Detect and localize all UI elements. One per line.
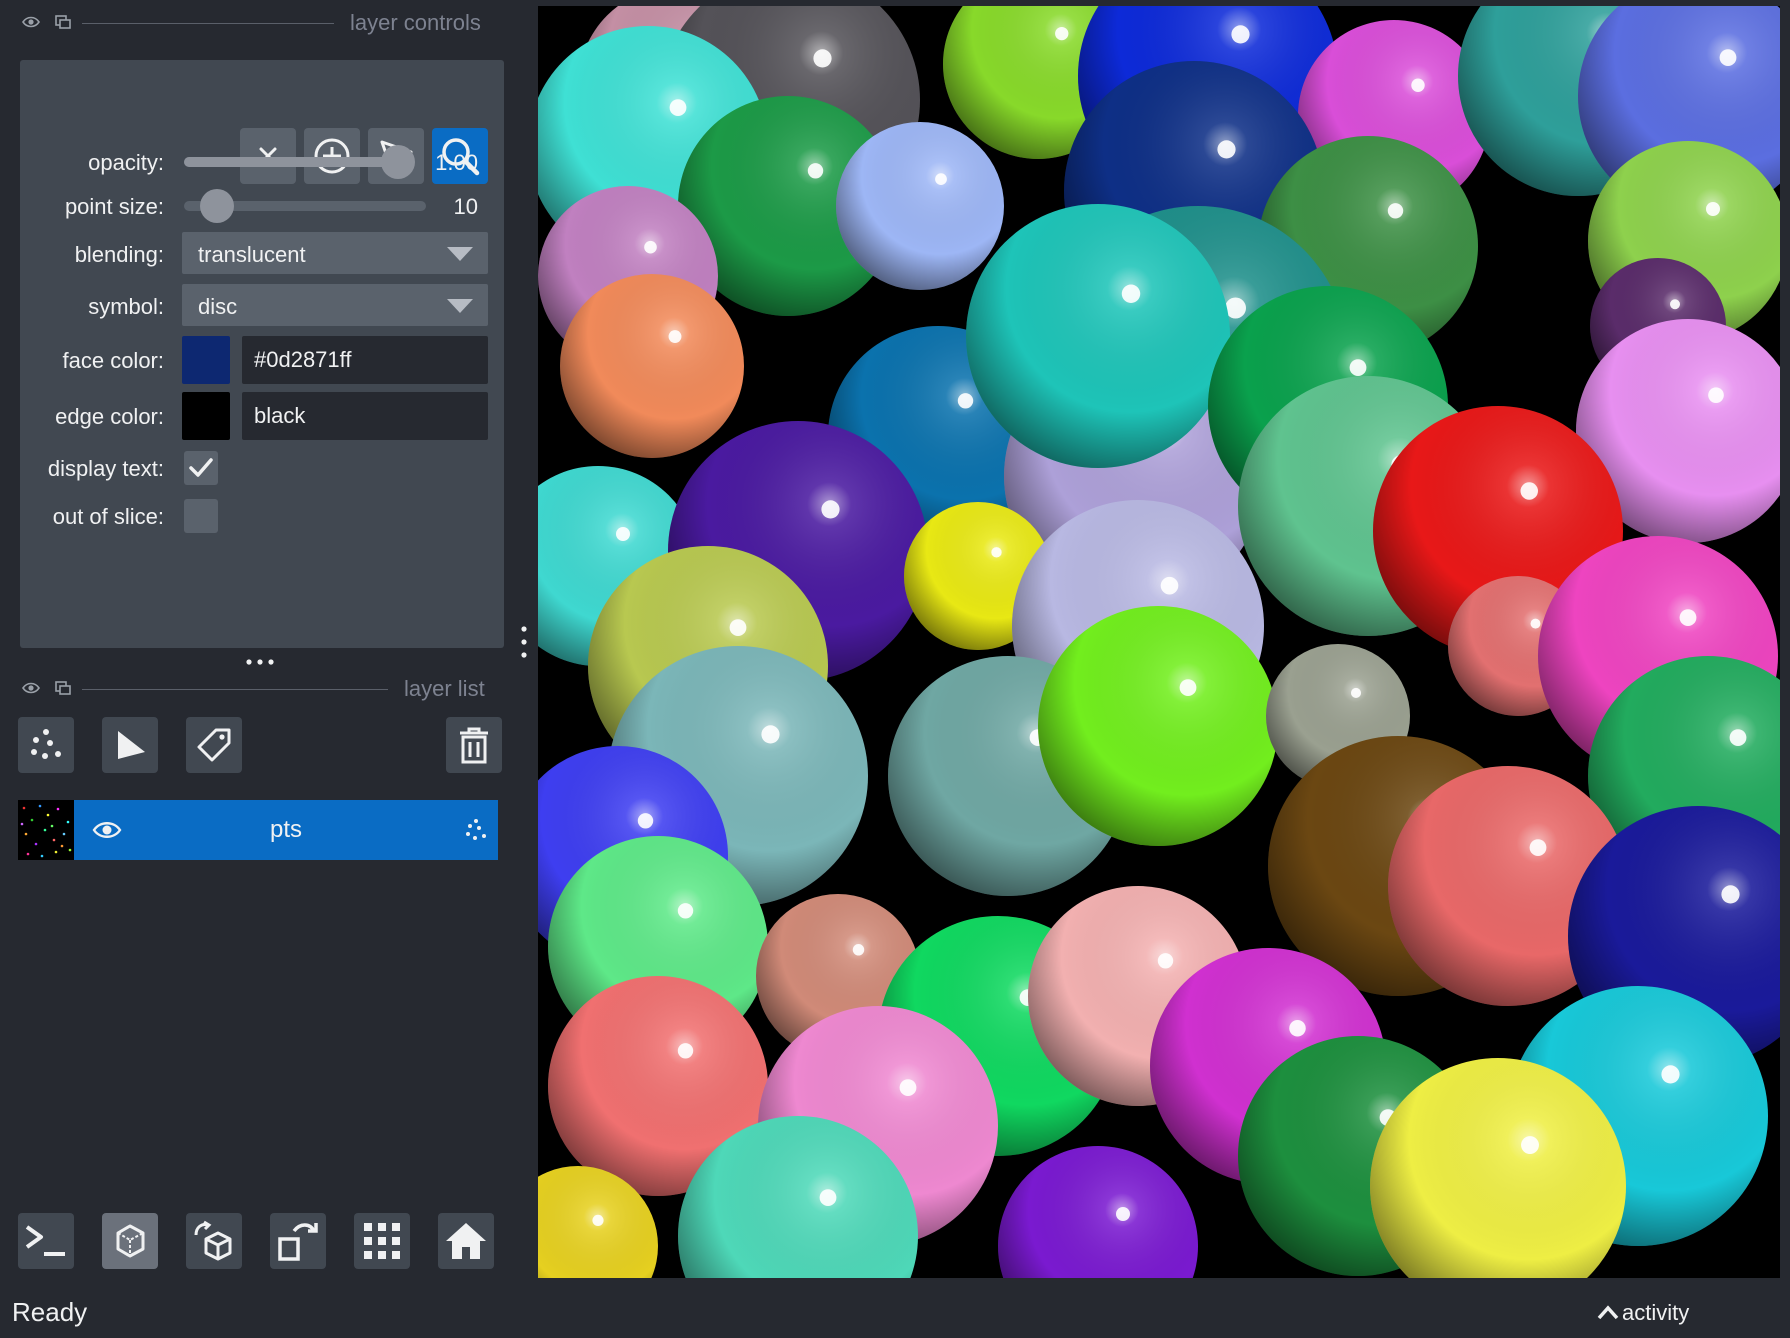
display-text-checkbox[interactable] (184, 451, 218, 485)
add-points-button[interactable] (304, 128, 360, 184)
new-labels-layer-button[interactable] (186, 717, 242, 773)
transpose-icon (276, 1219, 320, 1263)
face-color-input[interactable] (242, 336, 488, 384)
point-size-label: point size: (64, 194, 164, 219)
float-window-icon[interactable] (54, 14, 72, 30)
point-sphere (1038, 606, 1278, 846)
delete-layer-icon (456, 725, 492, 765)
panel-splitter-handle[interactable] (244, 656, 276, 668)
activity-label: activity (1622, 1300, 1690, 1325)
status-text: Ready (12, 1297, 88, 1327)
symbol-select[interactable]: disc (182, 284, 488, 326)
new-points-layer-button[interactable] (18, 717, 74, 773)
opacity-value: 1.00 (435, 150, 478, 175)
new-points-layer-icon (26, 725, 66, 765)
home-button[interactable] (438, 1213, 494, 1269)
edge-color-swatch[interactable] (182, 392, 230, 440)
add-circle-icon (313, 137, 351, 175)
new-shapes-layer-button[interactable] (102, 717, 158, 773)
transpose-button[interactable] (270, 1213, 326, 1269)
layer-item-bar[interactable]: pts (74, 800, 498, 860)
checkmark-icon (188, 456, 214, 480)
ndisplay-button[interactable] (102, 1213, 158, 1269)
eye-icon[interactable] (22, 680, 40, 696)
chevron-down-icon (446, 298, 474, 314)
chevron-up-icon (1596, 1304, 1620, 1320)
display-text-label: display text: (47, 456, 164, 481)
symbol-label: symbol: (88, 294, 164, 319)
rendered-spheres (538, 6, 1780, 1278)
out-of-slice-label: out of slice: (52, 504, 164, 529)
point-size-slider-handle[interactable] (200, 189, 234, 223)
new-shapes-layer-icon (112, 727, 148, 763)
terminal-icon (24, 1223, 68, 1259)
layer-item-pts[interactable]: pts (18, 800, 498, 860)
edge-color-input[interactable] (242, 392, 488, 440)
delete-points-button[interactable] (240, 128, 296, 184)
point-sphere (998, 1146, 1198, 1278)
face-color-swatch[interactable] (182, 336, 230, 384)
layer-controls-title: layer controls (350, 10, 481, 35)
blending-value: translucent (198, 242, 306, 267)
controls-header-line (82, 23, 334, 24)
roll-dims-button[interactable] (186, 1213, 242, 1269)
chevron-down-icon (446, 246, 474, 262)
opacity-slider-handle[interactable] (381, 145, 415, 179)
eye-icon[interactable] (22, 14, 40, 30)
activity-toggle[interactable]: activity (1596, 1296, 1716, 1328)
point-size-value: 10 (453, 194, 478, 219)
points-layer-icon (464, 818, 488, 842)
opacity-slider-fill (184, 157, 398, 167)
delete-layer-button[interactable] (446, 717, 502, 773)
cube-3d-icon (110, 1221, 150, 1261)
edge-color-field[interactable] (242, 392, 488, 440)
float-window-icon[interactable] (54, 680, 72, 696)
face-color-field[interactable] (242, 336, 488, 384)
symbol-value: disc (198, 294, 238, 319)
face-color-label: face color: (62, 348, 165, 373)
list-header-line (82, 689, 388, 690)
blending-label: blending: (74, 242, 164, 267)
layer-list-title: layer list (404, 676, 485, 701)
grid-icon (362, 1221, 402, 1261)
out-of-slice-checkbox[interactable] (184, 499, 218, 533)
layer-name[interactable]: pts (74, 816, 498, 844)
new-labels-layer-icon (194, 725, 234, 765)
edge-color-label: edge color: (55, 404, 164, 429)
point-sphere (836, 122, 1004, 290)
viewer-canvas[interactable] (538, 6, 1780, 1278)
layer-thumbnail (18, 800, 74, 860)
point-sphere (560, 274, 744, 458)
blending-select[interactable]: translucent (182, 232, 488, 274)
roll-cube-icon (192, 1219, 236, 1263)
opacity-label: opacity: (88, 150, 164, 175)
home-icon (444, 1219, 488, 1263)
grid-button[interactable] (354, 1213, 410, 1269)
point-sphere (966, 204, 1230, 468)
dock-splitter-handle[interactable] (518, 624, 530, 660)
console-button[interactable] (18, 1213, 74, 1269)
